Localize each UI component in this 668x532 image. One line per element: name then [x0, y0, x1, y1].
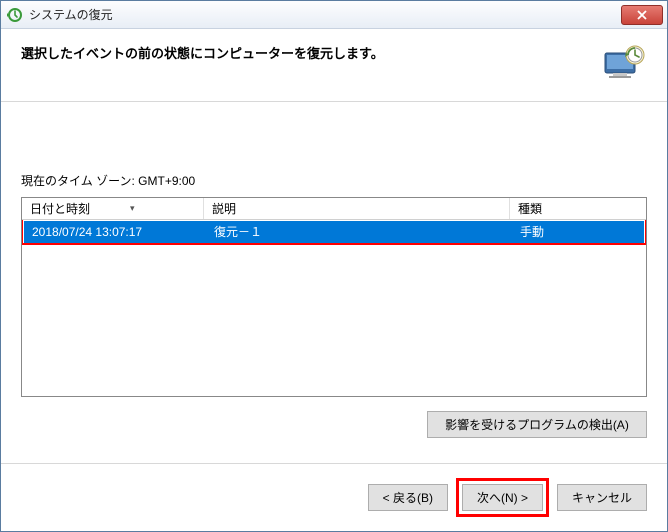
table-body: 2018/07/24 13:07:17 復元－１ 手動: [22, 220, 646, 396]
column-header-type-label: 種類: [518, 200, 542, 217]
column-header-date[interactable]: 日付と時刻 ▾: [22, 198, 204, 219]
titlebar: システムの復元: [1, 1, 667, 29]
selected-row-highlight: 2018/07/24 13:07:17 復元－１ 手動: [22, 220, 646, 245]
header: 選択したイベントの前の状態にコンピューターを復元します。: [1, 29, 667, 102]
table-row[interactable]: 2018/07/24 13:07:17 復元－１ 手動: [24, 221, 644, 243]
cell-description: 復元－１: [206, 220, 512, 243]
table-actions: 影響を受けるプログラムの検出(A): [21, 411, 647, 438]
column-header-desc-label: 説明: [212, 200, 236, 217]
page-heading: 選択したイベントの前の状態にコンピューターを復元します。: [21, 43, 599, 62]
sort-descending-icon: ▾: [130, 203, 135, 214]
cell-type: 手動: [512, 220, 644, 243]
scan-affected-programs-button[interactable]: 影響を受けるプログラムの検出(A): [427, 411, 647, 438]
wizard-footer: < 戻る(B) 次へ(N) > キャンセル: [1, 463, 667, 531]
system-restore-window: システムの復元 選択したイベントの前の状態にコンピューターを復元します。 現在の: [0, 0, 668, 532]
window-title: システムの復元: [29, 6, 621, 23]
close-button[interactable]: [621, 5, 663, 25]
column-header-date-label: 日付と時刻: [30, 200, 90, 217]
next-button-highlight: 次へ(N) >: [456, 478, 549, 517]
table-header: 日付と時刻 ▾ 説明 種類: [22, 198, 646, 220]
restore-points-table: 日付と時刻 ▾ 説明 種類 2018/07/24 13:07:17 復元－１ 手…: [21, 197, 647, 397]
restore-monitor-icon: [599, 43, 647, 83]
next-button[interactable]: 次へ(N) >: [462, 484, 543, 511]
column-header-type[interactable]: 種類: [510, 198, 646, 219]
content-area: 現在のタイム ゾーン: GMT+9:00 日付と時刻 ▾ 説明 種類 2018/…: [1, 102, 667, 463]
system-restore-icon: [7, 7, 23, 23]
cancel-button[interactable]: キャンセル: [557, 484, 647, 511]
timezone-label: 現在のタイム ゾーン: GMT+9:00: [21, 172, 647, 189]
cell-date: 2018/07/24 13:07:17: [24, 222, 206, 242]
back-button[interactable]: < 戻る(B): [368, 484, 448, 511]
column-header-description[interactable]: 説明: [204, 198, 510, 219]
